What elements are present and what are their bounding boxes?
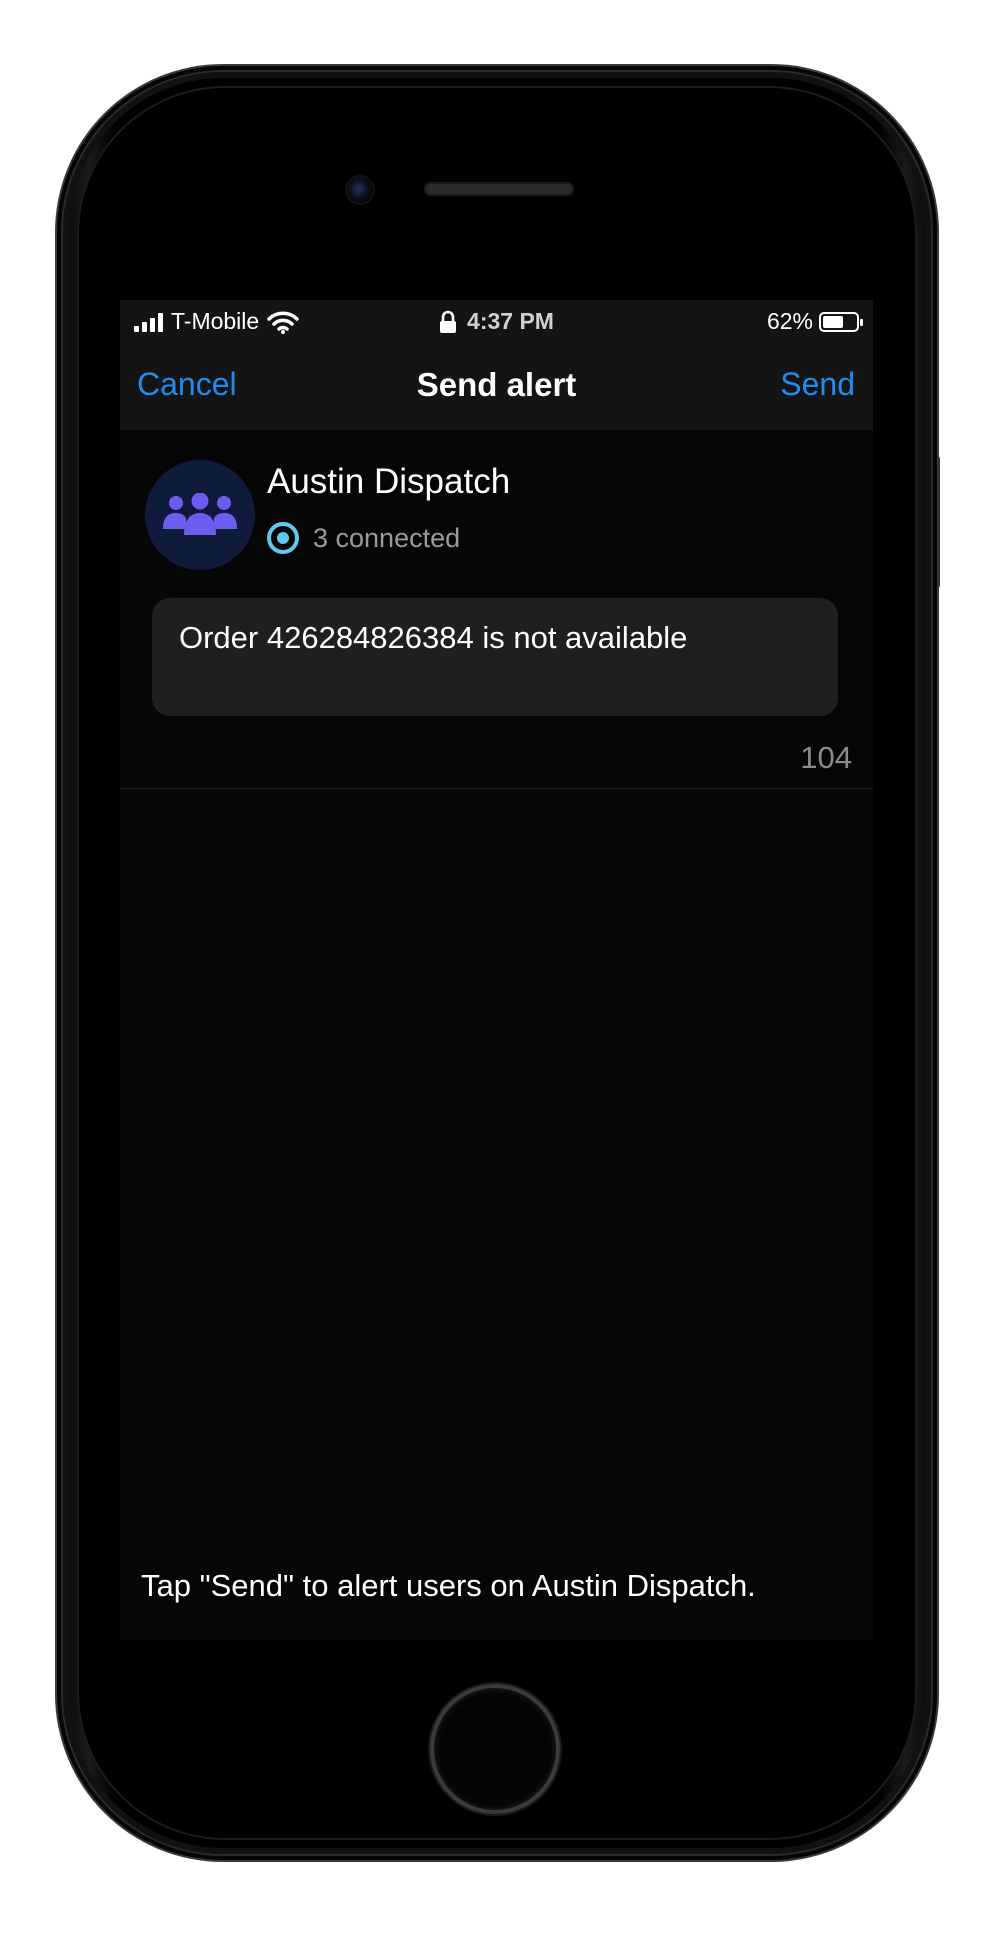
send-button[interactable]: Send bbox=[780, 366, 855, 403]
earpiece-speaker bbox=[424, 182, 574, 196]
character-count: 104 bbox=[800, 740, 852, 775]
group-name: Austin Dispatch bbox=[267, 462, 511, 501]
group-icon bbox=[163, 493, 237, 535]
clock: 4:37 PM bbox=[467, 308, 554, 334]
message-input[interactable]: Order 426284826384 is not available bbox=[152, 598, 838, 716]
group-status: 3 connected bbox=[267, 522, 460, 554]
message-text: Order 426284826384 is not available bbox=[179, 620, 688, 655]
connected-count: 3 connected bbox=[313, 522, 461, 553]
status-right: 62% bbox=[766, 308, 863, 335]
status-bar: T-Mobile 4:37 PM 62% bbox=[120, 300, 873, 342]
navigation-bar: Cancel Send alert Send bbox=[120, 342, 873, 430]
lock-icon bbox=[440, 310, 457, 333]
connected-status-icon bbox=[267, 522, 299, 554]
battery-fill bbox=[823, 315, 843, 328]
battery-percent: 62% bbox=[766, 308, 813, 334]
avatar bbox=[145, 460, 255, 570]
group-header: Austin Dispatch 3 connected bbox=[120, 430, 873, 580]
footer-hint: Tap "Send" to alert users on Austin Disp… bbox=[141, 1568, 756, 1603]
divider bbox=[120, 788, 873, 789]
page-title: Send alert bbox=[416, 366, 577, 403]
device-mockup: T-Mobile 4:37 PM 62% Cancel Send alert S… bbox=[0, 0, 990, 1934]
app-screen: T-Mobile 4:37 PM 62% Cancel Send alert S… bbox=[120, 300, 873, 1640]
status-center: 4:37 PM bbox=[120, 308, 873, 335]
front-camera bbox=[347, 177, 373, 203]
battery-icon bbox=[819, 311, 863, 332]
home-button[interactable] bbox=[430, 1684, 560, 1814]
